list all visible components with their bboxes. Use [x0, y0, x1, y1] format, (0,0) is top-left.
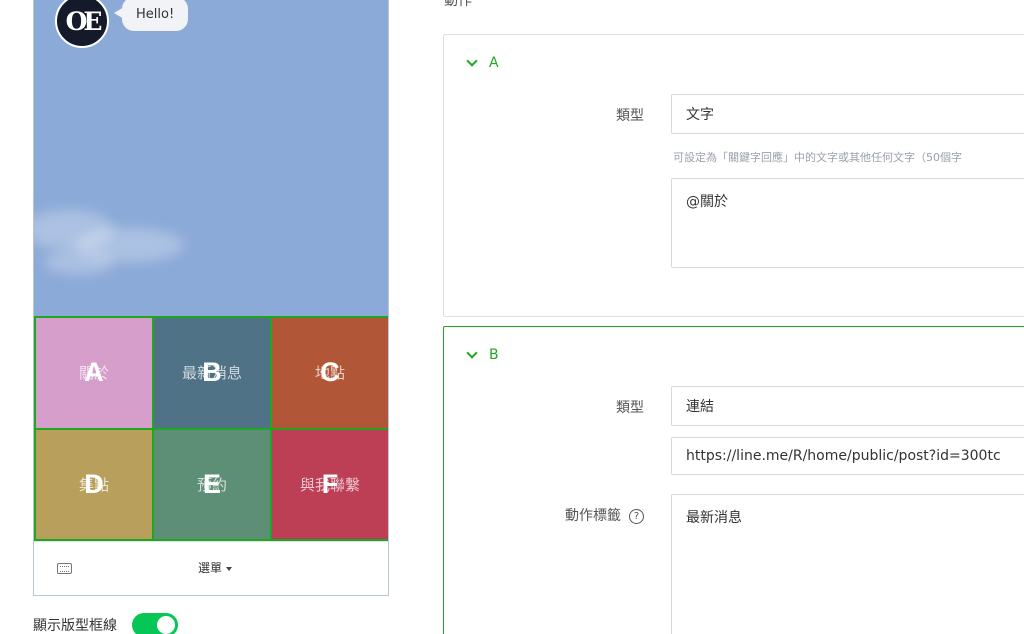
chat-background: OE Hello!: [34, 0, 388, 316]
avatar-logo: OE: [65, 6, 103, 36]
url-value: https://line.me/R/home/public/post?id=30…: [686, 448, 1001, 464]
action-label-text: 動作標籤: [565, 508, 621, 524]
cell-letter: A: [84, 357, 104, 388]
menu-toggle-button[interactable]: 選單: [198, 559, 233, 576]
url-input[interactable]: https://line.me/R/home/public/post?id=30…: [671, 437, 1024, 475]
action-letter: B: [489, 347, 499, 363]
chevron-down-icon: [466, 347, 478, 359]
caret-down-icon: [226, 566, 233, 571]
rich-menu-preview: OE Hello! 關於 A 最新消息 B 地點 C 集點 D 預約 E 與我聯…: [33, 0, 389, 596]
toggle-knob: [157, 616, 175, 634]
action-card-a: A 類型 文字 可設定為「關鍵字回應」中的文字或其他任何文字（50個字 @關於: [443, 34, 1024, 317]
action-a-collapse-toggle[interactable]: A: [466, 55, 499, 71]
section-title: 動作: [444, 0, 472, 9]
chat-bubble: Hello!: [113, 0, 189, 31]
action-label-label: 動作標籤?: [504, 505, 644, 525]
action-letter: A: [489, 55, 499, 71]
cell-letter: D: [84, 468, 104, 499]
type-value: 文字: [686, 107, 714, 123]
cell-letter: C: [320, 357, 340, 388]
show-border-row: 顯示版型框線: [33, 613, 178, 634]
action-b-collapse-toggle[interactable]: B: [466, 347, 499, 363]
account-avatar: OE: [55, 0, 109, 48]
rich-menu-cell-d[interactable]: 集點 D: [36, 429, 152, 539]
help-icon[interactable]: ?: [629, 508, 644, 524]
type-value: 連結: [686, 399, 714, 415]
show-border-toggle[interactable]: [132, 613, 178, 634]
type-select[interactable]: 連結: [671, 386, 1024, 426]
type-label: 類型: [616, 400, 644, 416]
keyboard-icon[interactable]: [57, 563, 72, 574]
show-border-label: 顯示版型框線: [33, 618, 117, 634]
menu-bar-label: 選單: [198, 561, 223, 575]
text-input[interactable]: @關於: [671, 178, 1024, 268]
rich-menu-cell-f[interactable]: 與我聯繫 F: [272, 429, 388, 539]
chat-menu-bar: 選單: [34, 541, 388, 595]
type-label: 類型: [616, 108, 644, 124]
text-value: @關於: [686, 194, 728, 210]
cell-letter: B: [202, 357, 222, 388]
rich-menu-cell-a[interactable]: 關於 A: [36, 318, 152, 428]
rich-menu-grid: 關於 A 最新消息 B 地點 C 集點 D 預約 E 與我聯繫 F: [34, 316, 388, 541]
rich-menu-cell-c[interactable]: 地點 C: [272, 318, 388, 428]
chat-bubble-text: Hello!: [136, 6, 175, 22]
text-hint: 可設定為「關鍵字回應」中的文字或其他任何文字（50個字: [673, 151, 962, 164]
rich-menu-cell-b[interactable]: 最新消息 B: [154, 318, 270, 428]
action-card-b: B 類型 連結 https://line.me/R/home/public/po…: [443, 326, 1024, 634]
rich-menu-cell-e[interactable]: 預約 E: [154, 429, 270, 539]
cell-letter: E: [202, 468, 221, 499]
action-label-input[interactable]: 最新消息: [671, 494, 1024, 634]
type-select[interactable]: 文字: [671, 94, 1024, 134]
action-label-value: 最新消息: [686, 510, 742, 526]
chevron-down-icon: [466, 55, 478, 67]
cell-letter: F: [321, 468, 339, 499]
